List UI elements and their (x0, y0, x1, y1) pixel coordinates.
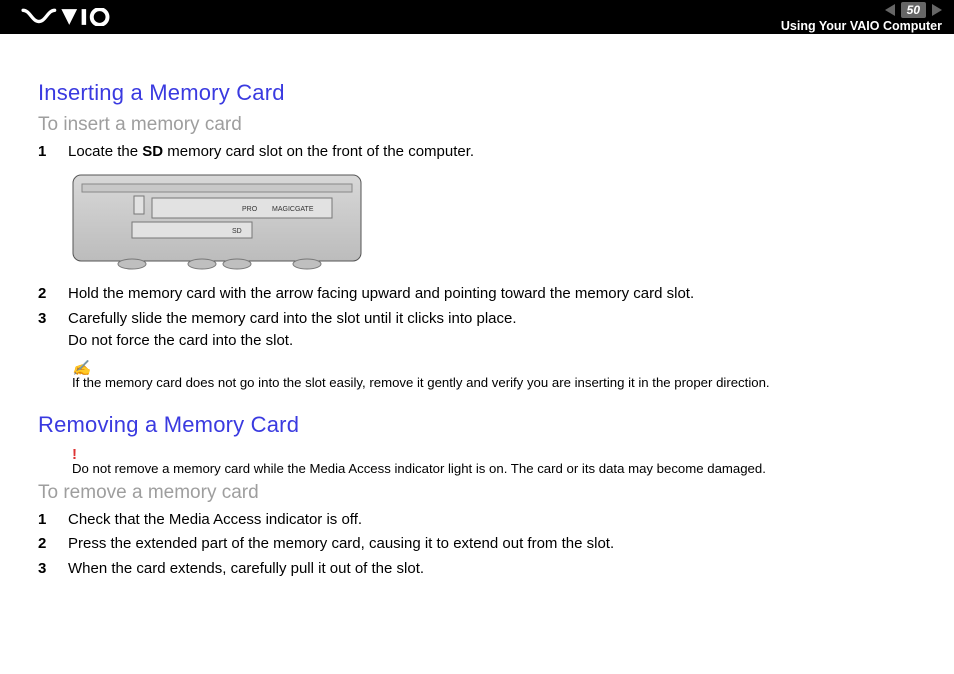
section-title: Using Your VAIO Computer (781, 19, 942, 33)
label-pro: PRO (242, 206, 258, 213)
page-number: 50 (901, 2, 926, 18)
step-number: 3 (38, 559, 52, 579)
label-magicgate: MAGICGATE (272, 206, 314, 213)
step-text: Check that the Media Access indicator is… (68, 510, 928, 530)
page-nav: 50 (885, 2, 942, 18)
note-text: If the memory card does not go into the … (72, 375, 770, 390)
remove-steps: 1 Check that the Media Access indicator … (38, 510, 928, 579)
step-text: When the card extends, carefully pull it… (68, 559, 928, 579)
step-number: 2 (38, 534, 52, 554)
insert-note: ✍ If the memory card does not go into th… (72, 359, 928, 390)
step-text: Carefully slide the memory card into the… (68, 309, 928, 352)
step-text: Locate the SD memory card slot on the fr… (68, 142, 928, 162)
prev-page-arrow[interactable] (885, 4, 895, 16)
header-bar: 50 Using Your VAIO Computer (0, 0, 954, 34)
list-item: 3 When the card extends, carefully pull … (38, 559, 928, 579)
heading-removing: Removing a Memory Card (38, 412, 928, 438)
insert-steps-cont: 2 Hold the memory card with the arrow fa… (38, 284, 928, 351)
step-number: 1 (38, 142, 52, 162)
list-item: 2 Press the extended part of the memory … (38, 534, 928, 554)
subheading-to-insert: To insert a memory card (38, 114, 928, 136)
step-number: 3 (38, 309, 52, 352)
list-item: 1 Locate the SD memory card slot on the … (38, 142, 928, 162)
step-number: 2 (38, 284, 52, 304)
list-item: 2 Hold the memory card with the arrow fa… (38, 284, 928, 304)
label-sd: SD (232, 228, 242, 235)
list-item: 1 Check that the Media Access indicator … (38, 510, 928, 530)
memory-slot-illustration: PRO MAGICGATE SD (72, 174, 928, 270)
subheading-to-remove: To remove a memory card (38, 482, 928, 504)
next-page-arrow[interactable] (932, 4, 942, 16)
step-text: Press the extended part of the memory ca… (68, 534, 928, 554)
remove-warning: ! Do not remove a memory card while the … (72, 446, 928, 476)
vaio-logo (12, 8, 122, 26)
warning-text: Do not remove a memory card while the Me… (72, 461, 766, 476)
page-content: Inserting a Memory Card To insert a memo… (0, 34, 954, 579)
list-item: 3 Carefully slide the memory card into t… (38, 309, 928, 352)
step-number: 1 (38, 510, 52, 530)
heading-inserting: Inserting a Memory Card (38, 80, 928, 106)
step-text: Hold the memory card with the arrow faci… (68, 284, 928, 304)
insert-steps: 1 Locate the SD memory card slot on the … (38, 142, 928, 162)
